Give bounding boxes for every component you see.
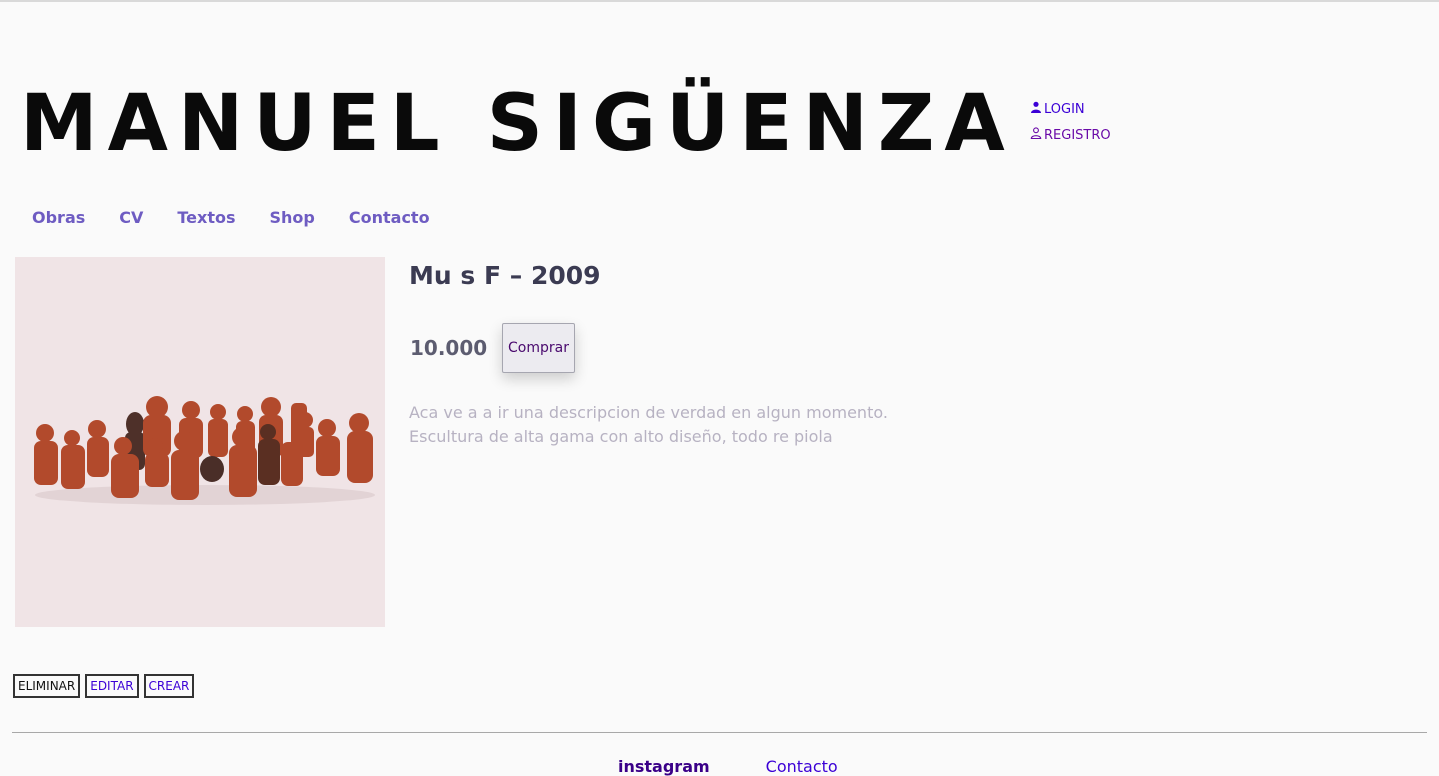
- product-description: Aca ve a a ir una descripcion de verdad …: [409, 401, 969, 449]
- footer-divider: [12, 732, 1427, 733]
- buy-button[interactable]: Comprar: [502, 323, 575, 373]
- create-button[interactable]: CREAR: [143, 674, 195, 698]
- register-link[interactable]: REGISTRO: [1030, 122, 1111, 148]
- product-image: [15, 257, 385, 627]
- nav-item-textos[interactable]: Textos: [177, 208, 235, 227]
- footer-link-instagram[interactable]: instagram: [618, 757, 710, 776]
- product-title: Mu s F – 2009: [409, 261, 601, 290]
- description-line: Escultura de alta gama con alto diseño, …: [409, 427, 833, 446]
- edit-button[interactable]: EDITAR: [85, 674, 139, 698]
- site-title: MANUEL SIGÜENZA: [20, 79, 1015, 169]
- footer-link-contacto[interactable]: Contacto: [766, 757, 838, 776]
- product-price: 10.000: [410, 336, 488, 360]
- register-label: REGISTRO: [1044, 127, 1111, 143]
- admin-actions: ELIMINAR EDITAR CREAR: [13, 674, 195, 698]
- nav-item-obras[interactable]: Obras: [32, 208, 85, 227]
- login-label: LOGIN: [1044, 101, 1085, 117]
- login-link[interactable]: LOGIN: [1030, 96, 1111, 122]
- nav-item-contacto[interactable]: Contacto: [349, 208, 430, 227]
- account-links: LOGIN REGISTRO: [1030, 96, 1111, 148]
- user-filled-icon: [1030, 101, 1042, 117]
- delete-button[interactable]: ELIMINAR: [13, 674, 81, 698]
- nav-item-shop[interactable]: Shop: [270, 208, 315, 227]
- footer-links: instagram Contacto: [618, 757, 838, 776]
- user-outline-icon: [1030, 127, 1042, 143]
- top-border: [0, 0, 1439, 2]
- description-line: Aca ve a a ir una descripcion de verdad …: [409, 403, 888, 422]
- nav-item-cv[interactable]: CV: [119, 208, 143, 227]
- main-nav: Obras CV Textos Shop Contacto: [32, 208, 430, 227]
